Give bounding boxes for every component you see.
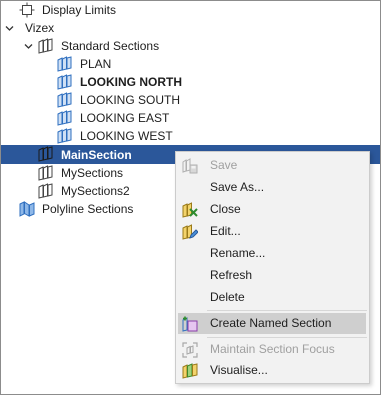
menu-item-label: Rename... [210,246,266,260]
chevron-down-icon[interactable] [4,19,14,37]
tree-item-label: MySections [61,166,124,180]
section-icon [57,128,73,144]
menu-item-save-as[interactable]: Save As... [178,177,366,198]
tree-item-label: LOOKING EAST [80,111,170,125]
section-icon [57,110,73,126]
chevron-down-icon[interactable] [23,37,33,55]
menu-item-save[interactable]: Save [178,155,366,176]
menu-item-label: Delete [210,290,245,304]
edit-section-icon [182,224,199,240]
tree-item-label: LOOKING NORTH [80,75,182,89]
menu-item-label: Visualise... [210,363,268,377]
section-icon [57,92,73,108]
section-icon [57,56,73,72]
menu-item-close[interactable]: Close [178,199,366,220]
create-named-section-icon [182,316,198,332]
menu-separator [207,310,367,311]
section-group-icon [38,183,54,199]
menu-item-visualise[interactable]: Visualise... [178,360,366,381]
tree-item-label: LOOKING SOUTH [80,93,181,107]
tree-item-vizex[interactable]: Vizex [1,19,380,37]
tree-item-label: LOOKING WEST [80,129,173,143]
section-icon [57,74,73,90]
menu-item-create-named-section[interactable]: Create Named Section [178,313,366,334]
tree-item-label: MySections2 [61,184,130,198]
tree-item-standard-sections[interactable]: Standard Sections [1,37,380,55]
tree-item-label: PLAN [80,57,112,71]
close-section-icon [182,202,198,218]
menu-item-label: Close [210,202,241,216]
tree-item-looking-south[interactable]: LOOKING SOUTH [1,91,380,109]
menu-item-label: Save [210,158,238,172]
tree-item-label: Vizex [25,21,55,35]
menu-item-edit[interactable]: Edit... [178,221,366,242]
menu-item-maintain-section-focus[interactable]: Maintain Section Focus [178,339,366,360]
context-menu: Save Save As... Close Edit... Rename... … [175,151,370,384]
menu-item-label: Save As... [210,180,265,194]
polyline-section-icon [19,201,35,217]
tree-item-display-limits[interactable]: Display Limits [1,1,380,19]
section-group-icon [38,165,54,181]
menu-item-label: Create Named Section [210,316,332,330]
section-group-icon [38,146,54,162]
visualise-icon [182,363,198,379]
menu-item-label: Refresh [210,268,253,282]
tree-item-label: Polyline Sections [42,202,134,216]
menu-item-label: Maintain Section Focus [210,342,335,356]
menu-item-delete[interactable]: Delete [178,287,366,308]
menu-item-rename[interactable]: Rename... [178,243,366,264]
tree-item-looking-north[interactable]: LOOKING NORTH [1,73,380,91]
tree-item-label: Standard Sections [61,39,160,53]
tree-item-plan[interactable]: PLAN [1,55,380,73]
section-group-icon [38,38,54,54]
tree-item-label: Display Limits [42,3,117,17]
menu-item-label: Edit... [210,224,241,238]
display-limits-icon [19,2,35,18]
tree-item-label: MainSection [61,147,132,162]
tree-item-looking-east[interactable]: LOOKING EAST [1,109,380,127]
menu-item-refresh[interactable]: Refresh [178,265,366,286]
tree-item-looking-west[interactable]: LOOKING WEST [1,127,380,145]
section-focus-icon [182,342,198,358]
menu-separator [207,337,367,338]
save-icon [182,158,198,174]
